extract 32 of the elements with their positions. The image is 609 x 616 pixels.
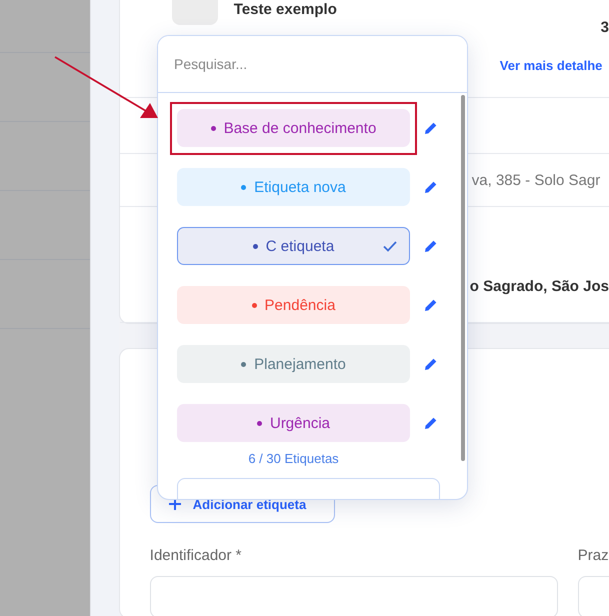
edit-pencil-icon[interactable]: [424, 180, 438, 194]
edit-pencil-icon[interactable]: [424, 121, 438, 135]
record-value: 3: [600, 19, 609, 36]
tag-counter: 6 / 30 Etiquetas: [247, 451, 340, 466]
tag-chip[interactable]: Pendência: [177, 286, 410, 324]
tag-chip[interactable]: Etiqueta nova: [177, 168, 410, 206]
edit-pencil-icon[interactable]: [424, 357, 438, 371]
check-icon: [383, 241, 397, 252]
scrollbar[interactable]: [461, 95, 465, 461]
tag-label: C etiqueta: [266, 238, 334, 254]
tag-label: Etiqueta nova: [254, 178, 346, 196]
tag-chip[interactable]: Base de conhecimento: [177, 109, 410, 147]
edit-pencil-icon[interactable]: [424, 298, 438, 312]
field-label: Identificador *: [150, 547, 243, 564]
tag-label: Urgência: [270, 414, 330, 432]
address-text: va, 385 - Solo Sagr: [472, 172, 600, 188]
input-field[interactable]: [150, 576, 558, 616]
field-label: Praz: [578, 547, 609, 564]
details-link[interactable]: Ver mais detalhe: [500, 58, 602, 72]
edit-pencil-icon[interactable]: [424, 239, 438, 253]
city-text: o Sagrado, São Jos: [470, 278, 609, 294]
search-field[interactable]: Pesquisar...: [158, 36, 467, 93]
tag-label: Base de conhecimento: [224, 120, 376, 136]
edit-pencil-icon[interactable]: [424, 416, 438, 430]
tag-label: Planejamento: [254, 356, 346, 372]
tag-chip[interactable]: Planejamento: [177, 345, 410, 383]
tag-chip[interactable]: Urgência: [177, 404, 410, 442]
input-field[interactable]: [578, 576, 609, 616]
record-title: Teste exemplo: [234, 1, 337, 18]
plus-icon: [168, 498, 181, 510]
tag-label: Pendência: [264, 296, 336, 314]
tag-chip[interactable]: C etiqueta: [177, 227, 410, 265]
